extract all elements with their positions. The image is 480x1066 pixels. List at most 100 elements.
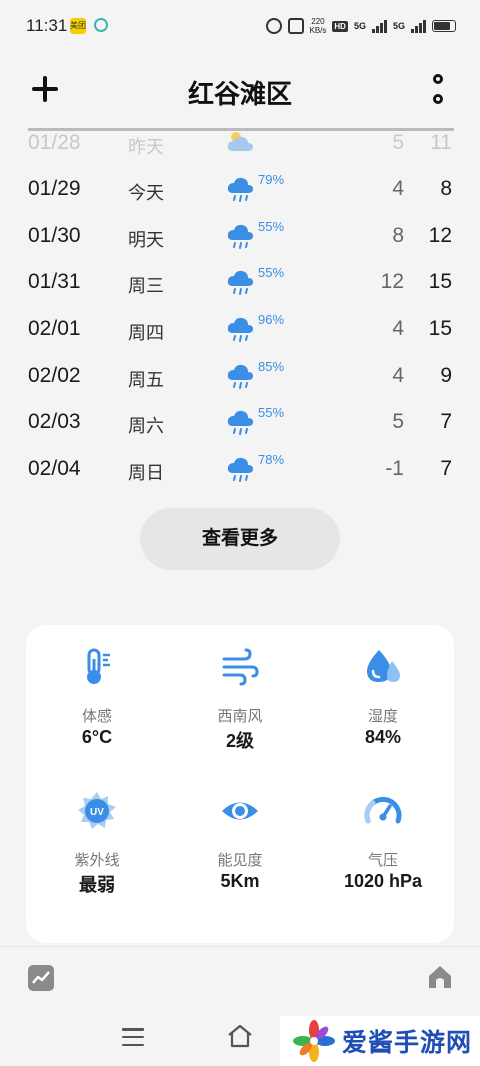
hd-icon: HD	[332, 20, 348, 32]
detail-label: 湿度	[367, 708, 398, 725]
low-temperature: 4	[392, 177, 404, 200]
header-divider	[28, 128, 454, 131]
precipitation-probability: 96%	[258, 312, 285, 327]
humidity-icon	[363, 647, 403, 687]
forecast-row[interactable]: 01/30 明天 55% 8 12	[0, 215, 480, 261]
forecast-date: 01/29	[28, 177, 81, 200]
net-speed-value: 220	[311, 17, 325, 26]
net-type-1: 5G	[353, 21, 366, 31]
high-temperature: 12	[428, 224, 452, 247]
status-indicators: 220 KB/s HD 5G 5G	[265, 14, 456, 38]
recent-apps-button[interactable]	[122, 1028, 144, 1046]
bottom-divider	[0, 946, 480, 947]
detail-label: 西南风	[217, 708, 263, 725]
trend-chart-button[interactable]	[28, 965, 54, 991]
signal-icon	[371, 19, 387, 33]
dot-icon	[433, 94, 443, 104]
high-temperature: 8	[440, 177, 452, 200]
forecast-day: 周三	[128, 276, 164, 296]
home-outline-icon	[228, 1024, 252, 1048]
forecast-row[interactable]: 02/02 周五 85% 4 9	[0, 355, 480, 401]
watermark-text: 爱酱手游网	[342, 1029, 473, 1057]
net-speed-unit: KB/s	[309, 26, 327, 35]
detail-label: 体感	[81, 708, 112, 725]
low-temperature: 4	[392, 364, 404, 387]
app-header: 红谷滩区	[0, 60, 480, 120]
high-temperature: 15	[428, 317, 452, 340]
high-temperature: 9	[440, 364, 452, 387]
detail-value: 1020 hPa	[343, 871, 423, 891]
app-notification-icon	[94, 18, 108, 32]
detail-value: 最弱	[79, 875, 115, 895]
rain-cloud-icon	[226, 221, 254, 251]
detail-cell: UV 紫外线最弱	[26, 753, 168, 895]
precipitation-probability: 55%	[258, 265, 285, 280]
high-temperature: 7	[440, 457, 452, 480]
forecast-day: 周日	[128, 463, 164, 483]
view-more-button[interactable]: 查看更多	[140, 508, 340, 570]
thermometer-icon	[77, 647, 117, 687]
high-temperature: 11	[430, 131, 452, 154]
detail-label: 能见度	[217, 852, 263, 869]
more-options-button[interactable]	[430, 74, 446, 104]
forecast-row[interactable]: 01/31 周三 55% 12 15	[0, 261, 480, 307]
detail-value: 84%	[364, 727, 402, 747]
detail-cell: 西南风 2级	[169, 609, 311, 751]
high-temperature: 15	[428, 270, 452, 293]
system-home-button[interactable]	[226, 1024, 254, 1048]
forecast-day: 今天	[128, 183, 164, 203]
gauge-icon	[363, 791, 403, 831]
detail-label: 紫外线	[74, 852, 120, 869]
forecast-date: 02/02	[28, 364, 81, 387]
rain-cloud-icon	[226, 267, 254, 297]
forecast-day: 周四	[128, 323, 164, 343]
forecast-day: 周五	[128, 370, 164, 390]
status-bar: 11:31 美团 220 KB/s HD 5G 5G	[0, 0, 480, 52]
detail-value: 2级	[225, 731, 254, 751]
home-button[interactable]	[426, 963, 454, 991]
uv-icon: UV	[77, 791, 117, 831]
rain-cloud-icon	[226, 407, 254, 437]
forecast-date: 02/03	[28, 410, 81, 433]
eye-icon	[220, 791, 260, 831]
rain-cloud-icon	[226, 314, 254, 344]
forecast-row[interactable]: 01/29 今天 79% 4 8	[0, 168, 480, 214]
forecast-row[interactable]: 02/04 周日 78% -1 7	[0, 448, 480, 494]
low-temperature: 8	[392, 224, 404, 247]
mute-icon	[287, 18, 304, 34]
high-temperature: 7	[440, 410, 452, 433]
net-type-2: 5G	[392, 21, 405, 31]
rain-cloud-icon	[226, 454, 254, 484]
alarm-icon	[265, 18, 282, 34]
network-speed: 220 KB/s	[310, 17, 327, 35]
house-icon	[429, 966, 451, 988]
weather-details-card: 体感 6°C 西南风 2级 湿度 84% UV 紫外线最弱 能见度 5Km 气压 1020 hPa	[26, 625, 454, 943]
low-temperature: 5	[392, 131, 404, 154]
precipitation-probability: 85%	[258, 359, 285, 374]
precipitation-probability: 55%	[258, 405, 285, 420]
forecast-date: 01/28	[28, 131, 81, 154]
battery-icon	[432, 20, 456, 32]
dot-icon	[433, 74, 443, 84]
partly-cloudy-icon	[226, 132, 254, 158]
low-temperature: 4	[392, 317, 404, 340]
watermark: 爱酱手游网	[280, 1016, 480, 1066]
page-title: 红谷滩区	[187, 79, 292, 109]
low-temperature: -1	[385, 457, 404, 480]
detail-value: 5Km	[220, 871, 260, 891]
rain-cloud-icon	[226, 361, 254, 391]
rain-cloud-icon	[226, 174, 254, 204]
forecast-date: 02/01	[28, 317, 81, 340]
precipitation-probability: 79%	[258, 172, 285, 187]
low-temperature: 5	[392, 410, 404, 433]
detail-cell: 气压 1020 hPa	[312, 753, 454, 893]
trend-icon	[32, 971, 50, 984]
precipitation-probability: 55%	[258, 219, 285, 234]
forecast-day: 明天	[128, 230, 164, 250]
detail-label: 气压	[367, 852, 398, 869]
detail-value: 6°C	[81, 727, 113, 747]
meituan-notification-icon: 美团	[70, 18, 86, 34]
forecast-row[interactable]: 02/03 周六 55% 5 7	[0, 401, 480, 447]
wind-icon	[220, 647, 260, 687]
forecast-row[interactable]: 02/01 周四 96% 4 15	[0, 308, 480, 354]
